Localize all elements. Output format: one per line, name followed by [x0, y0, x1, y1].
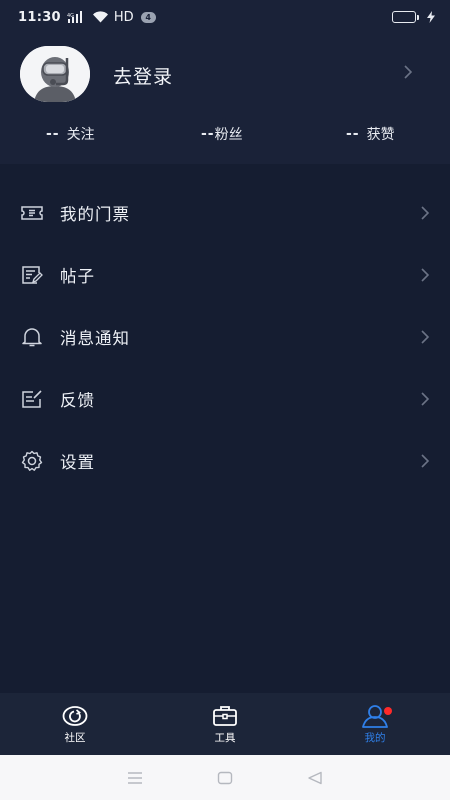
tab-label: 我的 [364, 731, 386, 744]
login-link[interactable]: 去登录 [113, 62, 173, 89]
system-nav-bar [0, 755, 450, 800]
tab-mine[interactable]: 我的 [300, 693, 450, 755]
menu-icon[interactable] [127, 771, 143, 785]
avatar[interactable] [20, 46, 90, 102]
stat-likes[interactable]: -- 获赞 [346, 124, 395, 144]
menu-item-label: 我的门票 [60, 205, 130, 224]
menu-item-notifications[interactable]: 消息通知 [0, 306, 450, 368]
status-right [392, 11, 436, 23]
notification-dot [384, 707, 392, 715]
stat-fans[interactable]: -- 粉丝 [201, 124, 243, 144]
chevron-right-icon [421, 330, 430, 344]
bell-icon [22, 328, 42, 347]
menu-item-posts[interactable]: 帖子 [0, 244, 450, 306]
bottom-tab-bar: 社区 工具 我的 [0, 693, 450, 755]
menu-item-tickets[interactable]: 我的门票 [0, 182, 450, 244]
post-icon [22, 266, 43, 284]
menu-item-feedback[interactable]: 反馈 [0, 368, 450, 430]
wifi-icon [92, 11, 108, 23]
profile-header: 去登录 -- 关注 -- 粉丝 -- 获赞 [0, 34, 450, 164]
signal-group: 4G HD 4 [67, 10, 156, 25]
gear-icon [21, 450, 43, 471]
network-type: HD [113, 9, 134, 25]
chevron-right-icon [421, 268, 430, 282]
menu-list: 我的门票 帖子 消息通知 反馈 设置 [0, 182, 450, 492]
tab-label: 社区 [64, 731, 86, 744]
status-bar: 11:30 4G HD 4 [0, 0, 450, 34]
chevron-right-icon [421, 392, 430, 406]
toolbox-icon [213, 705, 237, 726]
stat-label: 关注 [66, 127, 95, 143]
battery-icon [392, 11, 419, 23]
menu-item-label: 反馈 [60, 391, 95, 410]
chevron-right-icon [421, 454, 430, 468]
menu-item-settings[interactable]: 设置 [0, 430, 450, 492]
status-time: 11:30 [18, 9, 61, 25]
stat-following[interactable]: -- 关注 [46, 124, 95, 144]
home-icon[interactable] [217, 771, 233, 785]
ticket-icon [21, 206, 43, 220]
chevron-right-icon [421, 206, 430, 220]
menu-item-label: 帖子 [60, 267, 95, 286]
feedback-icon [22, 390, 42, 408]
tab-label: 工具 [214, 731, 236, 744]
notification-count-badge: 4 [140, 11, 156, 23]
stat-label: 粉丝 [214, 127, 243, 143]
diver-avatar-icon [20, 46, 90, 102]
community-icon [62, 705, 88, 726]
tab-community[interactable]: 社区 [0, 693, 150, 755]
tab-tools[interactable]: 工具 [150, 693, 300, 755]
menu-item-label: 设置 [60, 453, 95, 472]
charging-icon [427, 11, 435, 23]
stat-label: 获赞 [366, 127, 395, 143]
stat-value: -- [346, 126, 360, 142]
stat-value: -- [46, 126, 60, 142]
signal-icon: 4G [67, 11, 82, 23]
menu-item-label: 消息通知 [60, 329, 130, 348]
profile-stats: -- 关注 -- 粉丝 -- 获赞 [0, 124, 450, 148]
back-icon[interactable] [307, 771, 323, 785]
stat-value: -- [201, 126, 215, 142]
chevron-right-icon[interactable] [403, 64, 413, 80]
